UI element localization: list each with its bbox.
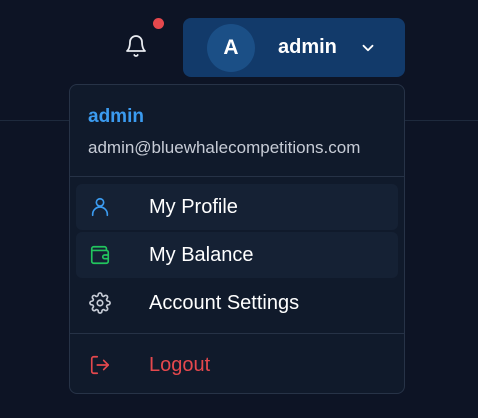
wallet-icon xyxy=(88,243,112,267)
avatar: A xyxy=(207,23,255,72)
user-dropdown-menu: admin admin@bluewhalecompetitions.com My… xyxy=(69,84,405,394)
notification-dot xyxy=(153,18,164,29)
bell-icon xyxy=(124,34,148,63)
menu-separator xyxy=(70,333,404,334)
page: A admin admin admin@bluewhalecompetition… xyxy=(0,0,478,418)
logout-label: Logout xyxy=(149,353,211,376)
user-menu-button[interactable]: A admin xyxy=(183,18,405,77)
menu-item-label: My Profile xyxy=(149,195,238,218)
menu-item-label: Account Settings xyxy=(149,291,300,314)
user-name-label: admin xyxy=(278,36,337,58)
gear-icon xyxy=(88,291,112,315)
user-icon xyxy=(88,195,112,219)
menu-item-my-profile[interactable]: My Profile xyxy=(76,184,398,230)
menu-item-account-settings[interactable]: Account Settings xyxy=(76,280,398,326)
menu-separator xyxy=(70,176,404,177)
chevron-down-icon xyxy=(359,39,377,57)
notifications-button[interactable] xyxy=(120,32,152,64)
logout-icon xyxy=(88,353,112,377)
menu-header: admin admin@bluewhalecompetitions.com xyxy=(88,105,360,159)
menu-item-label: My Balance xyxy=(149,243,254,266)
menu-item-my-balance[interactable]: My Balance xyxy=(76,232,398,278)
menu-user-name: admin xyxy=(88,106,144,127)
menu-user-email: admin@bluewhalecompetitions.com xyxy=(88,138,361,157)
logout-button[interactable]: Logout xyxy=(76,342,398,388)
